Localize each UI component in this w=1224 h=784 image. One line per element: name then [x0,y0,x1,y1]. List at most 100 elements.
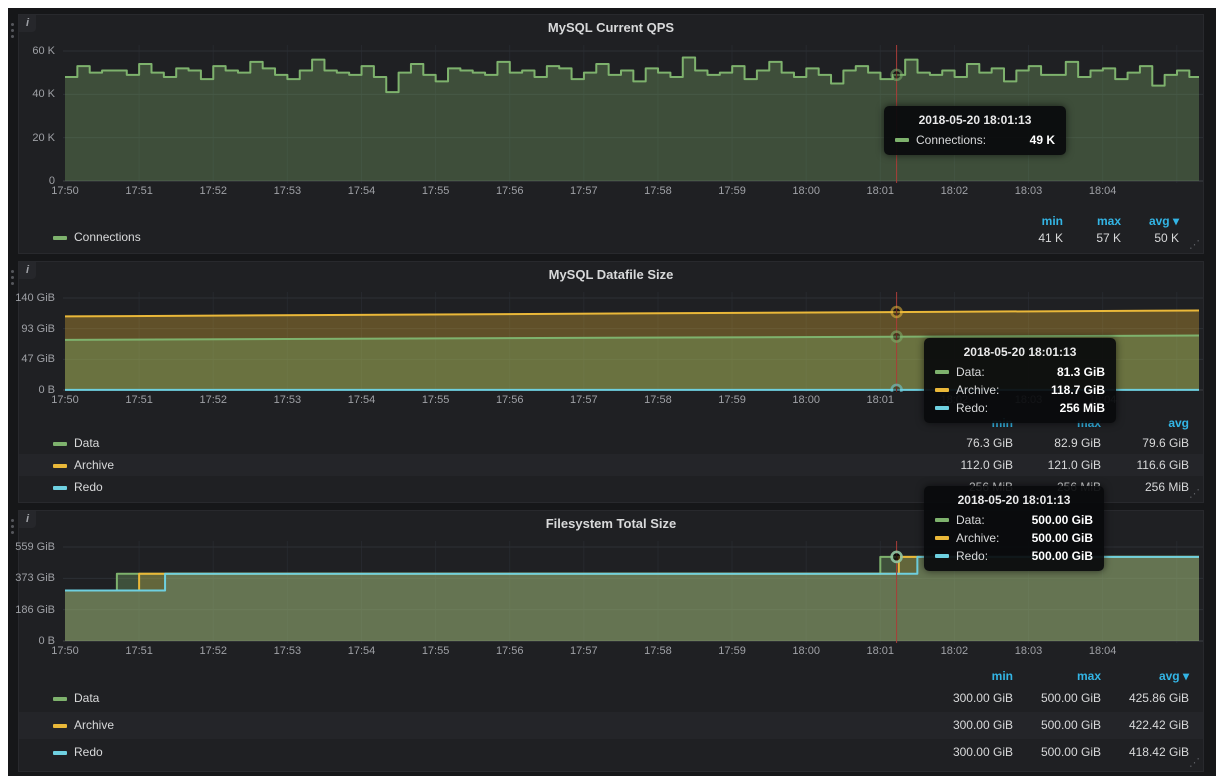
x-tick-label: 18:04 [1089,185,1117,197]
legend-series[interactable]: Data [53,685,99,712]
x-tick-label: 17:55 [422,185,450,197]
resize-handle[interactable]: ⋰ [1189,758,1200,769]
series-color-dash [53,236,67,240]
stat-value-min: 112.0 GiB [925,454,1013,476]
x-tick-label: 17:51 [125,394,153,406]
x-tick-label: 17:50 [51,394,79,406]
legend-stats-values: 41 K57 K50 K [1005,231,1179,245]
x-tick-label: 17:52 [199,645,227,657]
x-tick-label: 17:57 [570,645,598,657]
legend-series[interactable]: Redo [53,476,103,498]
legend-row-stats: 112.0 GiB121.0 GiB116.6 GiB [925,454,1189,476]
tooltip-series-row: Connections:49 K [895,133,1055,147]
x-axis: 17:5017:5117:5217:5317:5417:5517:5617:57… [63,183,1203,199]
stat-value-avg: 422.42 GiB [1101,712,1189,739]
panel-drag-handle[interactable] [11,267,17,288]
series-name[interactable]: Archive [74,458,114,472]
stat-value-max: 500.00 GiB [1013,712,1101,739]
series-color-dash [935,536,949,540]
y-tick-label: 559 GiB [15,541,55,553]
panel-drag-handle[interactable] [11,20,17,41]
stat-header-max[interactable]: max [1063,214,1121,228]
tooltip-series-label: Archive: [956,383,999,397]
stat-header-min[interactable]: min [1005,214,1063,228]
x-tick-label: 17:54 [348,394,376,406]
stat-header-avg[interactable]: avg ▾ [1121,214,1179,228]
series-color-dash [895,138,909,142]
stat-value-min: 300.00 GiB [925,685,1013,712]
stat-header-max[interactable]: max [1013,669,1101,683]
series-name[interactable]: Archive [74,718,114,732]
legend-series[interactable]: Archive [53,454,114,476]
series-name[interactable]: Redo [74,480,103,494]
y-axis: 0 B47 GiB93 GiB140 GiB [19,292,59,392]
x-tick-label: 17:58 [644,394,672,406]
x-tick-label: 18:04 [1089,645,1117,657]
series-name[interactable]: Data [74,691,99,705]
y-tick-label: 373 GiB [15,572,55,584]
y-tick-label: 40 K [32,88,55,100]
stat-value-avg: 79.6 GiB [1101,432,1189,454]
legend-series[interactable]: Connections [53,230,141,244]
x-tick-label: 17:55 [422,645,450,657]
legend: minmaxavg ▾ 41 K57 K50 K Connections [19,205,1203,245]
x-tick-label: 17:57 [570,394,598,406]
x-tick-label: 17:57 [570,185,598,197]
x-tick-label: 18:00 [792,645,820,657]
stat-value-max: 121.0 GiB [1013,454,1101,476]
tooltip-series-value: 500.00 GiB [1018,513,1093,527]
tooltip-series-row: Redo: 256 MiB [935,401,1105,415]
tooltip-series-row: Redo: 500.00 GiB [935,549,1093,563]
tooltip-series-value: 256 MiB [1046,401,1105,415]
panel-title[interactable]: MySQL Datafile Size [19,267,1203,282]
series-color-dash [53,724,67,728]
series-color-dash [935,406,949,410]
x-tick-label: 17:53 [274,645,302,657]
x-tick-label: 18:01 [867,645,895,657]
info-icon[interactable]: i [19,15,36,32]
x-tick-label: 18:00 [792,185,820,197]
panel-drag-handle[interactable] [11,516,17,537]
x-tick-label: 18:02 [941,185,969,197]
legend-series[interactable]: Archive [53,712,114,739]
x-tick-label: 17:58 [644,645,672,657]
x-tick-label: 17:58 [644,185,672,197]
series-color-dash [53,442,67,446]
legend-series[interactable]: Redo [53,739,103,766]
tooltip-series-value: 500.00 GiB [1018,549,1093,563]
x-tick-label: 18:03 [1015,185,1043,197]
tooltip-timestamp: 2018-05-20 18:01:13 [935,493,1093,507]
x-tick-label: 17:56 [496,645,524,657]
series-color-dash [935,370,949,374]
tooltip-series-label: Redo: [956,549,988,563]
y-axis: 020 K40 K60 K [19,45,59,183]
series-name[interactable]: Data [74,436,99,450]
legend-row-stats: 300.00 GiB500.00 GiB418.42 GiB [925,739,1189,766]
x-tick-label: 17:51 [125,185,153,197]
x-tick-label: 17:55 [422,394,450,406]
resize-handle[interactable]: ⋰ [1189,489,1200,500]
x-tick-label: 17:59 [718,645,746,657]
series-name[interactable]: Connections [74,230,141,244]
info-icon[interactable]: i [19,511,36,528]
panel-title[interactable]: MySQL Current QPS [19,20,1203,35]
tooltip-series-label: Redo: [956,401,988,415]
resize-handle[interactable]: ⋰ [1189,240,1200,251]
stat-header-min[interactable]: min [925,669,1013,683]
tooltip-series-value: 118.7 GiB [1037,383,1105,397]
x-tick-label: 17:59 [718,394,746,406]
series-color-dash [53,464,67,468]
legend-stats-header: minmaxavg ▾ [1005,214,1179,228]
legend-series[interactable]: Data [53,432,99,454]
tooltip-series-value: 81.3 GiB [1043,365,1105,379]
legend-stats: minmaxavg ▾ 41 K57 K50 K [1005,214,1179,245]
y-axis: 0 B186 GiB373 GiB559 GiB [19,541,59,643]
stat-value-avg: 50 K [1121,231,1179,245]
info-icon[interactable]: i [19,262,36,279]
legend: minmaxavg ▾Data300.00 GiB500.00 GiB425.8… [19,669,1203,766]
tooltip-timestamp: 2018-05-20 18:01:13 [935,345,1105,359]
stat-header-avg[interactable]: avg ▾ [1101,669,1189,683]
x-tick-label: 17:50 [51,645,79,657]
tooltip-series-row: Data:81.3 GiB [935,365,1105,379]
series-name[interactable]: Redo [74,745,103,759]
